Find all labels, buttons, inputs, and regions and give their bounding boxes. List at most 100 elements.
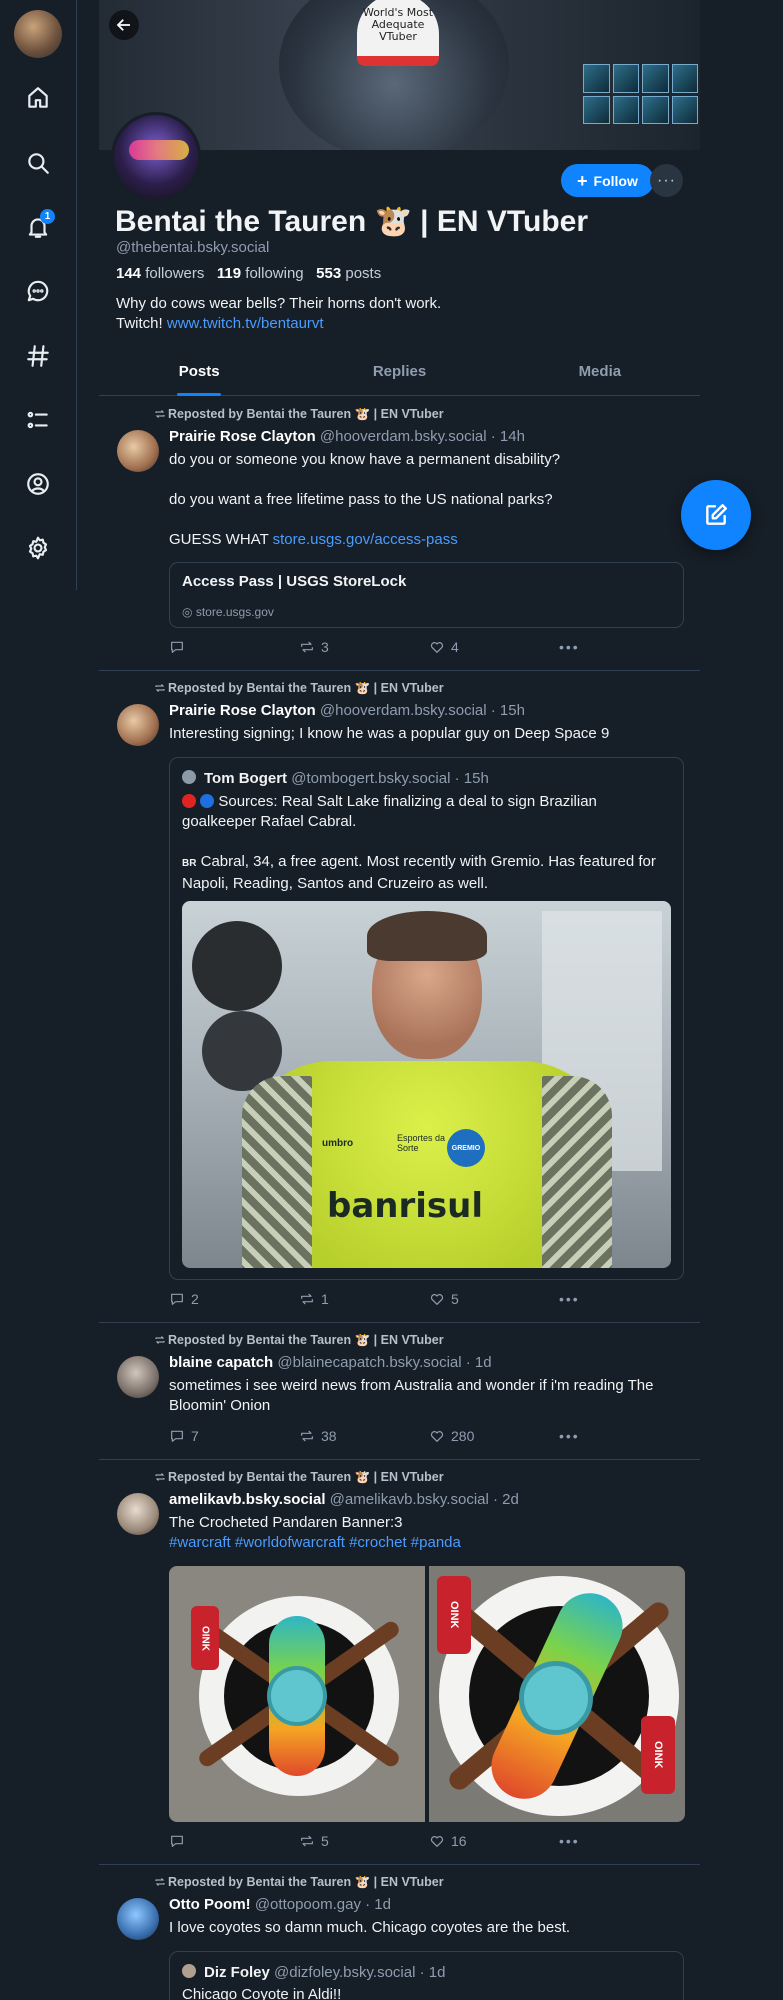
- like-button[interactable]: 280: [429, 1428, 474, 1444]
- author-name[interactable]: Prairie Rose Clayton: [169, 702, 316, 719]
- quoted-post[interactable]: Tom Bogert @tombogert.bsky.social · 15h …: [169, 757, 684, 1280]
- current-user-avatar[interactable]: [14, 10, 62, 58]
- repost-icon: [301, 1430, 313, 1442]
- shirt-brand-text: umbro: [322, 1138, 354, 1149]
- profile-icon[interactable]: [18, 464, 58, 504]
- post-more-button[interactable]: •••: [559, 1428, 580, 1444]
- hashtag-link[interactable]: #warcraft: [169, 1534, 231, 1551]
- search-icon[interactable]: [18, 143, 58, 183]
- profile-handle: @thebentai.bsky.social: [116, 239, 270, 256]
- post-more-button[interactable]: •••: [559, 1833, 580, 1849]
- tab-posts[interactable]: Posts: [99, 358, 299, 396]
- quote-author-handle: @dizfoley.bsky.social: [274, 1964, 416, 1981]
- post-time[interactable]: · 1d: [466, 1354, 492, 1371]
- notifications-bell-icon[interactable]: 1: [18, 207, 58, 247]
- author-avatar[interactable]: [117, 704, 159, 746]
- post-text: The Crocheted Pandaren Banner:3: [169, 1514, 403, 1531]
- post-link[interactable]: store.usgs.gov/access-pass: [273, 531, 458, 548]
- feeds-hashtag-icon[interactable]: [18, 336, 58, 376]
- bio-twitch-link[interactable]: www.twitch.tv/bentaurvt: [167, 315, 324, 332]
- post-text: sometimes i see weird news from Australi…: [169, 1377, 654, 1414]
- hashtag-link[interactable]: #crochet: [349, 1534, 407, 1551]
- follow-button[interactable]: + Follow: [561, 164, 654, 197]
- like-button[interactable]: 4: [429, 639, 459, 655]
- profile-avatar[interactable]: [111, 112, 201, 202]
- author-handle[interactable]: @hooverdam.bsky.social: [320, 428, 487, 445]
- author-handle[interactable]: @amelikavb.bsky.social: [330, 1491, 489, 1508]
- quoted-post[interactable]: Diz Foley @dizfoley.bsky.social · 1d Chi…: [169, 1951, 684, 2000]
- profile-display-name: Bentai the Tauren 🐮 | EN VTuber: [115, 205, 589, 238]
- feed-post[interactable]: Reposted by Bentai the Tauren 🐮 | EN VTu…: [99, 397, 700, 671]
- author-name[interactable]: blaine capatch: [169, 1354, 273, 1371]
- author-handle[interactable]: @ottopoom.gay: [255, 1896, 361, 1913]
- post-time[interactable]: · 1d: [365, 1896, 391, 1913]
- author-avatar[interactable]: [117, 1356, 159, 1398]
- feed-post[interactable]: Reposted by Bentai the Tauren 🐮 | EN VTu…: [99, 1865, 700, 2000]
- repost-button[interactable]: 1: [299, 1291, 329, 1307]
- post-text: do you or someone you know have a perman…: [169, 451, 561, 468]
- link-card-domain: ◎ store.usgs.gov: [182, 605, 274, 619]
- reply-button[interactable]: [169, 639, 191, 655]
- lists-icon[interactable]: [18, 400, 58, 440]
- post-more-button[interactable]: •••: [559, 639, 580, 655]
- author-handle[interactable]: @hooverdam.bsky.social: [320, 702, 487, 719]
- hashtag-link[interactable]: #panda: [411, 1534, 461, 1551]
- author-handle[interactable]: @blainecapatch.bsky.social: [277, 1354, 461, 1371]
- author-avatar[interactable]: [117, 430, 159, 472]
- quote-author-handle: @tombogert.bsky.social: [291, 770, 451, 787]
- post-header: Prairie Rose Clayton @hooverdam.bsky.soc…: [169, 702, 525, 719]
- home-icon[interactable]: [18, 78, 58, 118]
- tab-media[interactable]: Media: [500, 358, 700, 395]
- brazil-flag: BR: [182, 858, 197, 869]
- reply-button[interactable]: [169, 1833, 191, 1849]
- reply-button[interactable]: 7: [169, 1428, 199, 1444]
- post-more-button[interactable]: •••: [559, 1291, 580, 1307]
- quoted-post-image[interactable]: umbro Esportes da Sorte GREMIO banrisul: [182, 901, 671, 1268]
- author-name[interactable]: Otto Poom!: [169, 1896, 251, 1913]
- reply-button[interactable]: 2: [169, 1291, 199, 1307]
- tab-replies[interactable]: Replies: [299, 358, 499, 395]
- followers-link[interactable]: 144 followers: [116, 265, 204, 282]
- repost-button[interactable]: 3: [299, 639, 329, 655]
- post-time[interactable]: · 2d: [493, 1491, 519, 1508]
- ellipsis-icon: •••: [559, 1291, 580, 1307]
- repost-icon: [301, 1293, 313, 1305]
- quote-text: Chicago Coyote in Aldi!!: [182, 1986, 342, 2000]
- profile-tabs: Posts Replies Media: [99, 358, 700, 396]
- banner-hat-text: World's Most Adequate VTuber: [357, 0, 439, 66]
- feed-post[interactable]: Reposted by Bentai the Tauren 🐮 | EN VTu…: [99, 1323, 700, 1460]
- following-link[interactable]: 119 following: [217, 265, 304, 282]
- repost-button[interactable]: 5: [299, 1833, 329, 1849]
- post-image[interactable]: OINK: [169, 1566, 425, 1822]
- ellipsis-icon: •••: [559, 639, 580, 655]
- author-name[interactable]: Prairie Rose Clayton: [169, 428, 316, 445]
- repost-icon: [155, 410, 165, 418]
- author-avatar[interactable]: [117, 1493, 159, 1535]
- chat-icon[interactable]: [18, 271, 58, 311]
- link-preview-card[interactable]: Access Pass | USGS StoreLock ◎ store.usg…: [169, 562, 684, 628]
- quote-header: Tom Bogert @tombogert.bsky.social · 15h: [204, 770, 489, 787]
- author-name[interactable]: amelikavb.bsky.social: [169, 1491, 325, 1508]
- profile-bio: Why do cows wear bells? Their horns don'…: [116, 294, 441, 334]
- repost-button[interactable]: 38: [299, 1428, 337, 1444]
- repost-icon: [301, 641, 313, 653]
- feed-post[interactable]: Reposted by Bentai the Tauren 🐮 | EN VTu…: [99, 671, 700, 1323]
- back-button[interactable]: [109, 10, 139, 40]
- hashtag-link[interactable]: #worldofwarcraft: [235, 1534, 345, 1551]
- profile-more-options-button[interactable]: ···: [650, 164, 683, 197]
- quote-text: Sources: Real Salt Lake finalizing a dea…: [182, 793, 597, 830]
- post-time[interactable]: · 15h: [491, 702, 525, 719]
- heart-icon: [430, 1431, 444, 1442]
- post-image[interactable]: OINK OINK: [429, 1566, 685, 1822]
- feed-post[interactable]: Reposted by Bentai the Tauren 🐮 | EN VTu…: [99, 1460, 700, 1865]
- quote-author-avatar: [182, 770, 196, 784]
- author-avatar[interactable]: [117, 1898, 159, 1940]
- like-button[interactable]: 5: [429, 1291, 459, 1307]
- like-button[interactable]: 16: [429, 1833, 467, 1849]
- post-time[interactable]: · 14h: [491, 428, 525, 445]
- quote-author-name: Diz Foley: [204, 1964, 270, 1981]
- post-text: Interesting signing; I know he was a pop…: [169, 725, 610, 742]
- quote-author-avatar: [182, 1964, 196, 1978]
- left-nav-rail: 1: [0, 0, 77, 590]
- settings-gear-icon[interactable]: [18, 528, 58, 568]
